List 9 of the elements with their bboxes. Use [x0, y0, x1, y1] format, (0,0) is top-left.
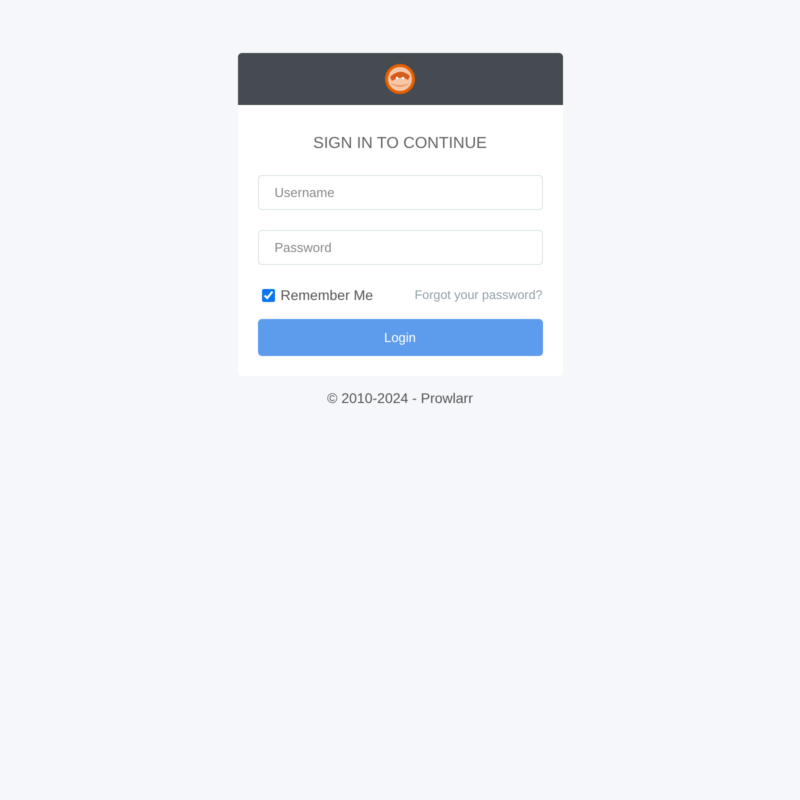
- forgot-password-link[interactable]: Forgot your password?: [414, 288, 542, 302]
- remember-label: Remember Me: [280, 287, 374, 303]
- sign-in-heading: SIGN IN TO CONTINUE: [312, 135, 488, 153]
- logo-icon: [384, 63, 416, 95]
- username-field[interactable]: Username: [258, 175, 542, 210]
- password-field[interactable]: Password: [258, 230, 542, 265]
- remember-checkbox[interactable]: [262, 288, 274, 302]
- copyright-text: © 2010-2024 - Prowlarr: [327, 390, 473, 406]
- login-button[interactable]: Login: [258, 319, 542, 356]
